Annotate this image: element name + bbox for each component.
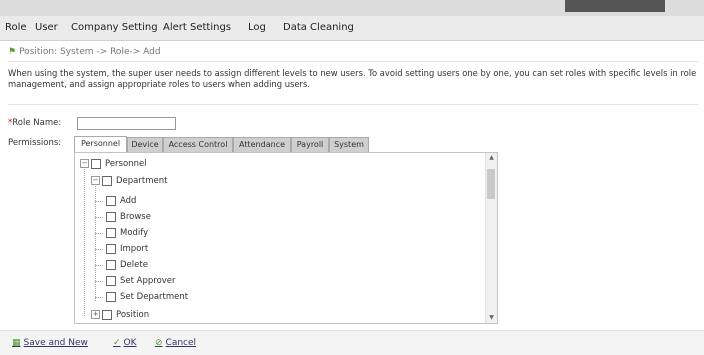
- tree-node-delete: Delete: [106, 258, 148, 271]
- page-description: When using the system, the super user ne…: [8, 68, 697, 89]
- divider: [8, 104, 698, 105]
- tab-system[interactable]: System: [329, 137, 369, 152]
- scroll-down-arrow-icon[interactable]: ▼: [486, 313, 497, 323]
- divider: [8, 61, 698, 62]
- breadcrumb: ⚑ Position: System -> Role-> Add: [8, 47, 161, 57]
- expand-icon[interactable]: +: [91, 310, 100, 319]
- role-name-label: *Role Name:: [8, 118, 61, 128]
- breadcrumb-text: Position: System -> Role-> Add: [19, 47, 161, 57]
- tree-scrollbar[interactable]: ▲ ▼: [485, 153, 497, 323]
- tree-node-label: Browse: [120, 211, 151, 222]
- checkbox[interactable]: [106, 227, 116, 238]
- action-footer: ▦ Save and New ✓ OK ⊘ Cancel: [0, 330, 704, 355]
- tab-attendance[interactable]: Attendance: [233, 137, 291, 152]
- tree-node-label: Department: [116, 175, 168, 186]
- tree-guide-line: [95, 217, 103, 218]
- nav-item-user[interactable]: User: [35, 22, 58, 33]
- checkbox[interactable]: [102, 309, 112, 320]
- nav-item-log[interactable]: Log: [248, 22, 266, 33]
- tree-node-department: − Department: [91, 174, 167, 187]
- role-name-label-text: Role Name:: [12, 118, 62, 128]
- scroll-up-arrow-icon[interactable]: ▲: [486, 153, 497, 163]
- save-and-new-button[interactable]: ▦ Save and New: [12, 338, 88, 348]
- tree-node-label: Modify: [120, 227, 149, 238]
- nav-item-alert-settings[interactable]: Alert Settings: [163, 22, 231, 33]
- save-and-new-label: Save and New: [23, 338, 88, 348]
- tree-node-personnel: − Personnel: [80, 157, 147, 170]
- collapse-icon[interactable]: −: [91, 176, 100, 185]
- tree-node-label: Set Approver: [120, 275, 176, 286]
- ok-button[interactable]: ✓ OK: [113, 338, 137, 348]
- tree-node-position: + Position: [91, 308, 149, 321]
- nav-item-company-setting[interactable]: Company Setting: [71, 22, 158, 33]
- tree-node-label: Personnel: [105, 158, 147, 169]
- checkbox[interactable]: [106, 291, 116, 302]
- tree-guide-line: [84, 166, 85, 316]
- cancel-label: Cancel: [165, 338, 197, 348]
- tree-node-label: Add: [120, 195, 137, 206]
- nav-item-data-cleaning[interactable]: Data Cleaning: [283, 22, 354, 33]
- tree-node-set-approver: Set Approver: [106, 274, 176, 287]
- checkbox[interactable]: [102, 175, 112, 186]
- tree-node-label: Import: [120, 243, 149, 254]
- main-nav: Role User Company Setting Alert Settings…: [0, 16, 704, 41]
- tree-node-modify: Modify: [106, 226, 148, 239]
- tree-node-add: Add: [106, 194, 136, 207]
- ok-label: OK: [123, 338, 137, 348]
- tree-guide-line: [95, 233, 103, 234]
- flag-icon: ⚑: [8, 47, 17, 57]
- tree-node-label: Set Department: [120, 291, 189, 302]
- cancel-button[interactable]: ⊘ Cancel: [155, 338, 196, 348]
- cancel-icon: ⊘: [155, 338, 163, 348]
- checkmark-icon: ✓: [113, 338, 121, 348]
- permission-tree: − Personnel − Department Add Browse Modify…: [74, 152, 498, 324]
- checkbox[interactable]: [106, 275, 116, 286]
- role-name-input[interactable]: [77, 117, 176, 130]
- tree-guide-line: [95, 201, 103, 202]
- tab-personnel[interactable]: Personnel: [74, 136, 127, 152]
- checkbox[interactable]: [106, 195, 116, 206]
- tab-payroll[interactable]: Payroll: [291, 137, 329, 152]
- scrollbar-thumb[interactable]: [487, 169, 495, 199]
- checkbox[interactable]: [106, 243, 116, 254]
- tab-device[interactable]: Device: [127, 137, 163, 152]
- checkbox[interactable]: [106, 211, 116, 222]
- tree-node-label: Position: [116, 309, 150, 320]
- tree-guide-line: [95, 265, 103, 266]
- tree-node-set-department: Set Department: [106, 290, 188, 303]
- tree-node-browse: Browse: [106, 210, 151, 223]
- collapse-icon[interactable]: −: [80, 159, 89, 168]
- tree-guide-line: [95, 281, 103, 282]
- permissions-label: Permissions:: [8, 138, 62, 148]
- checkbox[interactable]: [106, 259, 116, 270]
- tree-guide-line: [95, 297, 103, 298]
- checkbox[interactable]: [91, 158, 101, 169]
- tree-node-import: Import: [106, 242, 148, 255]
- tree-node-label: Delete: [120, 259, 148, 270]
- top-banner-dark-strip: [565, 0, 665, 12]
- nav-item-role[interactable]: Role: [5, 22, 27, 33]
- tab-access-control[interactable]: Access Control: [163, 137, 233, 152]
- save-icon: ▦: [12, 338, 21, 348]
- tree-guide-line: [95, 249, 103, 250]
